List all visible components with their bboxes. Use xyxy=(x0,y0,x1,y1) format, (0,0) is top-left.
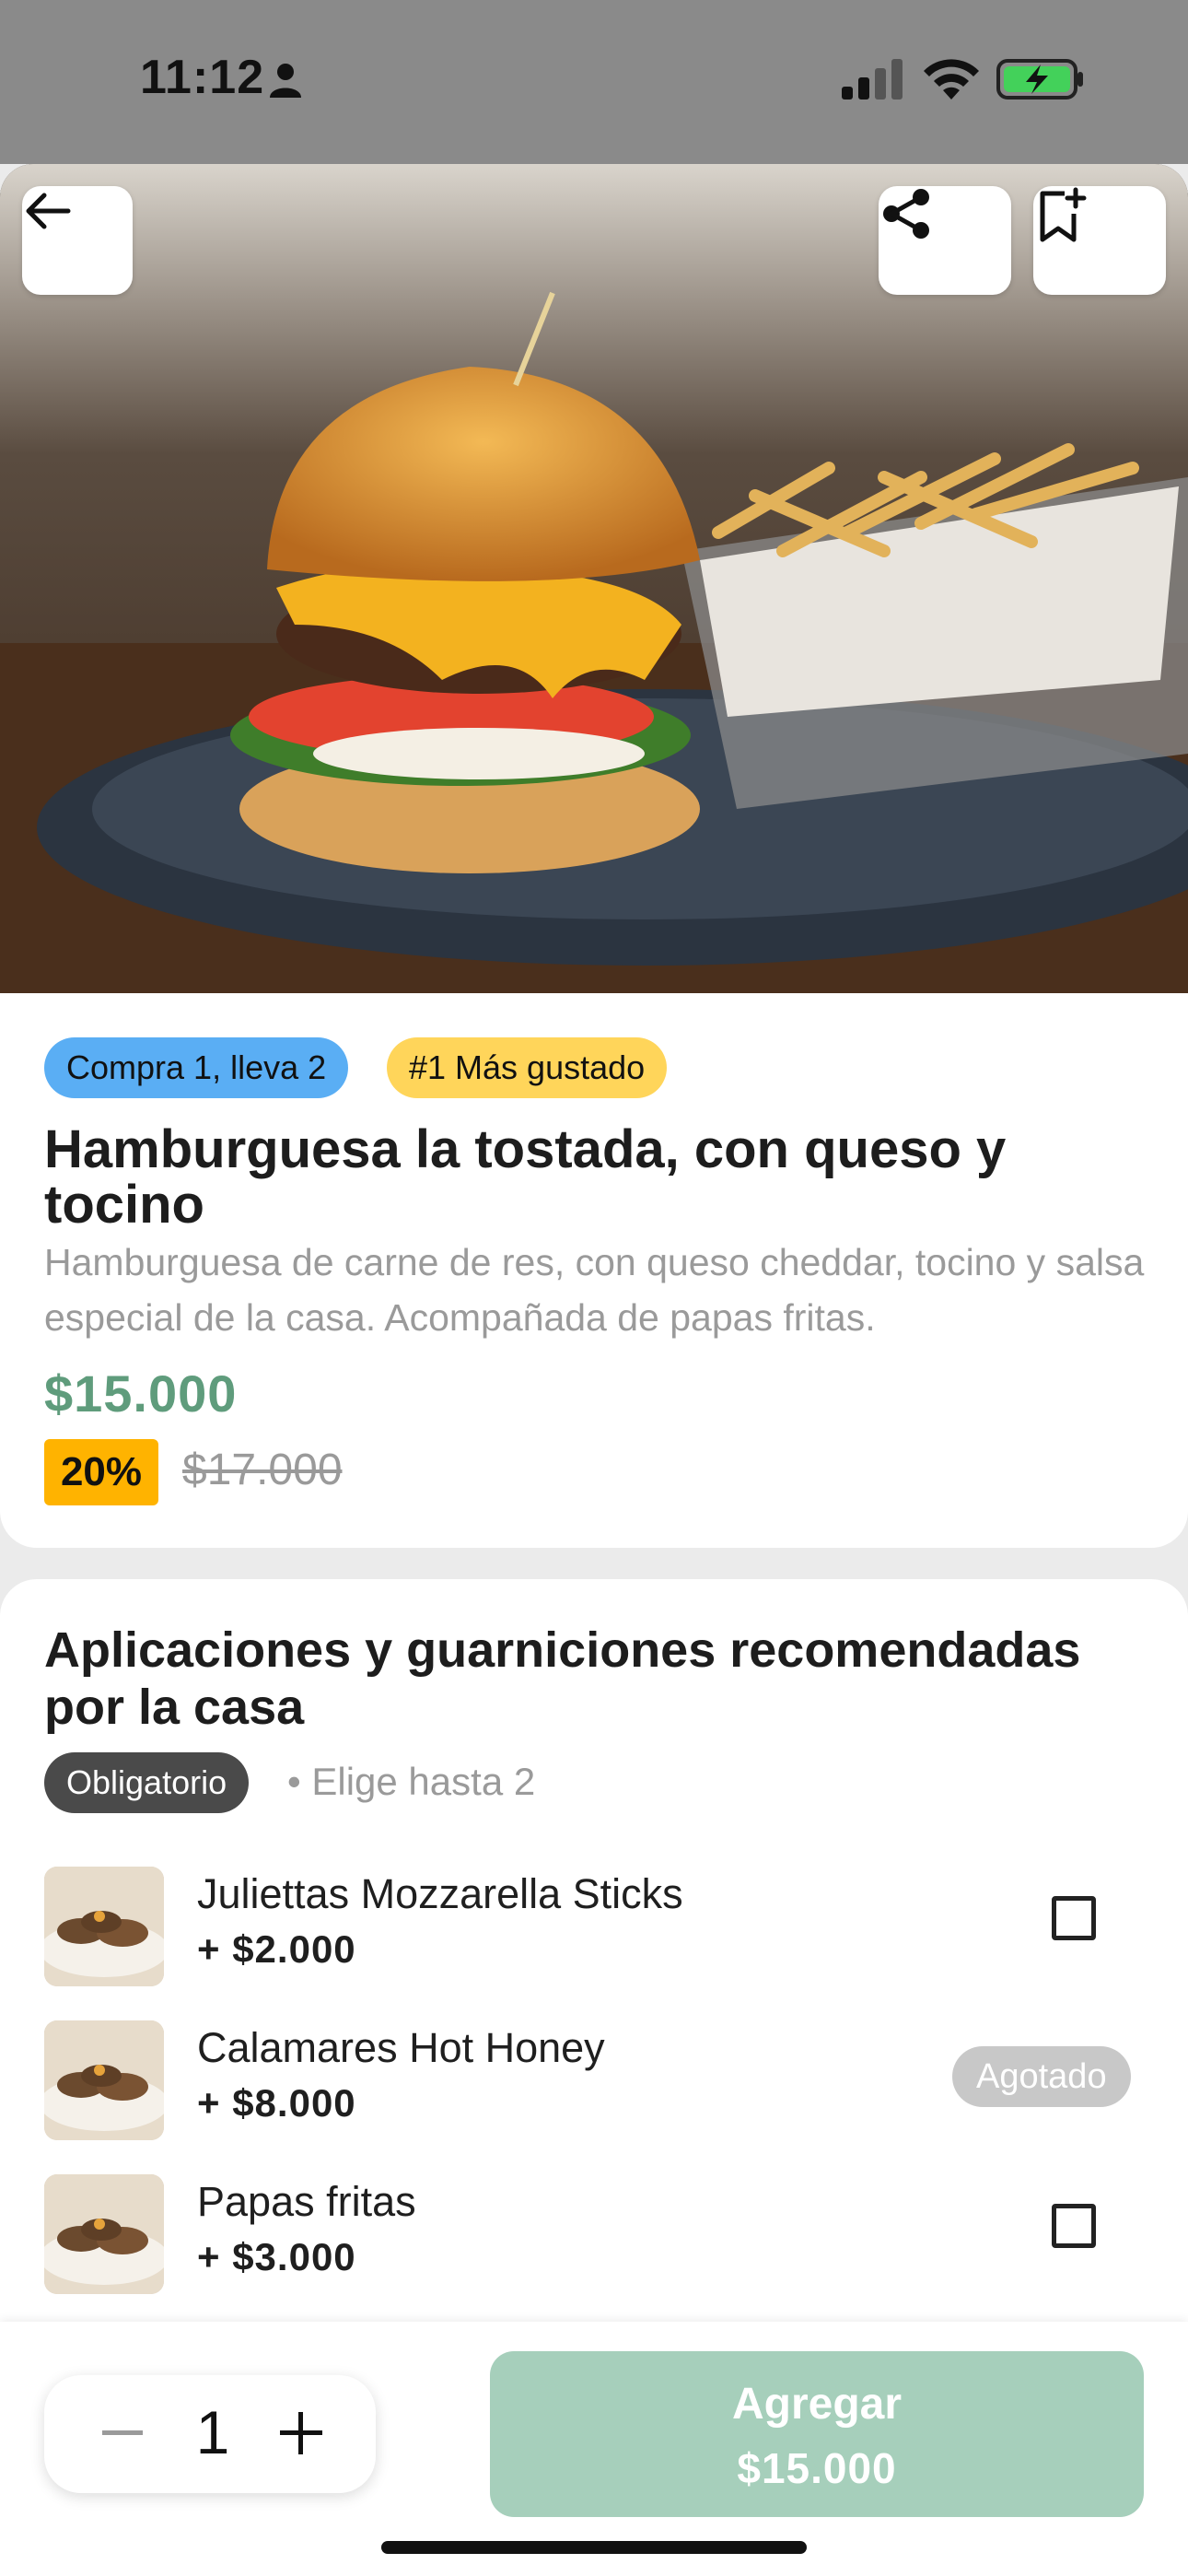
option-row-mozzarella-sticks[interactable]: Juliettas Mozzarella Sticks + $2.000 xyxy=(0,1857,1188,1986)
food-thumbnail xyxy=(44,2174,164,2294)
minus-icon xyxy=(102,2430,143,2435)
wifi-icon xyxy=(924,59,979,100)
arrow-left-icon xyxy=(26,193,71,229)
selection-hint: • Elige hasta 2 xyxy=(287,1760,536,1803)
option-name: Juliettas Mozzarella Sticks xyxy=(197,1870,683,1917)
home-indicator xyxy=(381,2541,807,2554)
bookmark-add-button[interactable] xyxy=(1033,186,1166,295)
option-thumbnail xyxy=(44,2174,164,2294)
original-price: $17.000 xyxy=(182,1446,343,1494)
add-button-price: $15.000 xyxy=(737,2444,897,2492)
product-price: $15.000 xyxy=(44,1364,238,1423)
decrease-quantity-button[interactable] xyxy=(101,2412,144,2454)
product-hero-image xyxy=(0,164,1188,993)
bookmark-add-icon xyxy=(1040,187,1087,242)
food-thumbnail xyxy=(44,2020,164,2140)
sold-out-badge: Agotado xyxy=(952,2046,1131,2107)
quantity-stepper: 1 xyxy=(44,2375,376,2493)
option-row-papas-fritas[interactable]: Papas fritas + $3.000 xyxy=(0,2165,1188,2294)
option-price: + $8.000 xyxy=(197,2081,356,2125)
discount-badge: 20% xyxy=(44,1439,158,1505)
product-title: Hamburguesa la tostada, con queso y toci… xyxy=(44,1119,1007,1235)
share-icon xyxy=(883,189,929,239)
option-thumbnail xyxy=(44,1867,164,1986)
add-button-label: Agregar xyxy=(731,2380,903,2429)
add-to-cart-button[interactable]: Agregar $15.000 xyxy=(490,2351,1144,2517)
popular-tag: #1 Más gustado xyxy=(387,1037,668,1098)
status-time: 11:12 xyxy=(140,51,265,104)
option-row-calamares: Calamares Hot Honey + $8.000 Agotado xyxy=(0,2011,1188,2140)
battery-charging-icon xyxy=(996,59,1083,100)
product-description: Hamburguesa de carne de res, con queso c… xyxy=(44,1241,1145,1339)
burger-photo xyxy=(0,164,1188,993)
status-bar: 11:12 xyxy=(0,0,1188,164)
option-checkbox[interactable] xyxy=(1052,2204,1096,2248)
quantity-value: 1 xyxy=(195,2398,230,2466)
options-section: Aplicaciones y guarniciones recomendadas… xyxy=(0,1579,1188,2344)
option-thumbnail xyxy=(44,2020,164,2140)
back-button[interactable] xyxy=(22,186,133,295)
product-info-card: Compra 1, lleva 2 #1 Más gustado Hamburg… xyxy=(0,993,1188,1548)
person-icon xyxy=(270,64,301,98)
bottom-action-bar: 1 Agregar $15.000 xyxy=(0,2322,1188,2576)
section-title: Aplicaciones y guarniciones recomendadas… xyxy=(44,1622,1081,1735)
increase-quantity-button[interactable] xyxy=(278,2410,324,2456)
required-badge: Obligatorio xyxy=(44,1752,250,1813)
option-checkbox[interactable] xyxy=(1052,1896,1096,1940)
option-price: + $3.000 xyxy=(197,2235,356,2278)
option-price: + $2.000 xyxy=(197,1927,356,1971)
option-name: Papas fritas xyxy=(197,2178,416,2225)
share-button[interactable] xyxy=(879,186,1011,295)
option-name: Calamares Hot Honey xyxy=(197,2024,605,2071)
promo-tag: Compra 1, lleva 2 xyxy=(44,1037,349,1098)
food-thumbnail xyxy=(44,1867,164,1986)
cellular-signal-icon xyxy=(842,59,903,100)
plus-icon xyxy=(280,2412,322,2454)
